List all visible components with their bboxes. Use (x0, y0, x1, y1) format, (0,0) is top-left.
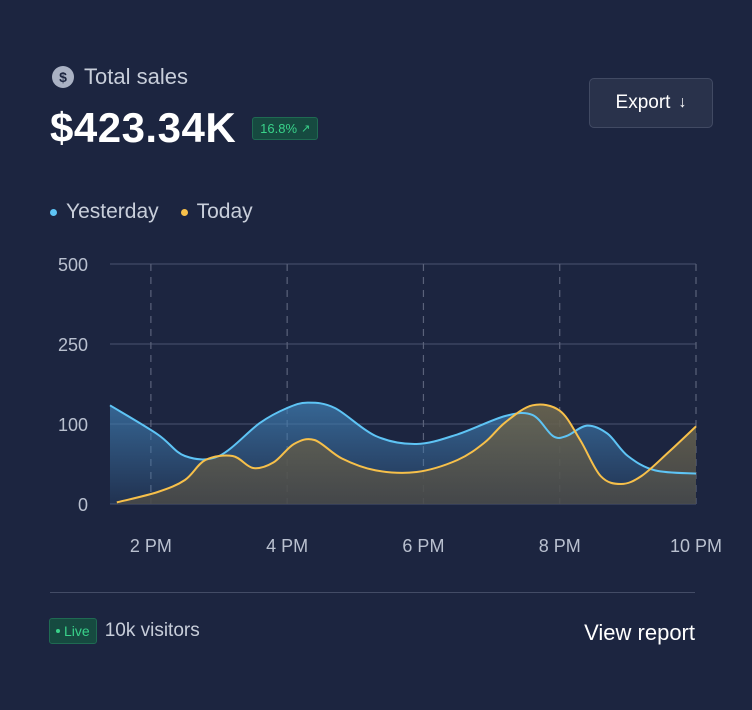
y-tick-label: 100 (58, 415, 88, 435)
visitors-count: 10k visitors (104, 620, 200, 641)
x-tick-label: 8 PM (539, 536, 581, 556)
live-badge: Live (49, 618, 97, 644)
sales-chart: 0 100 250 500 2 PM 4 PM 6 PM 8 PM 10 PM (58, 255, 722, 556)
footer-status: Live 10k visitors (49, 618, 200, 644)
y-tick-label: 0 (78, 495, 88, 515)
x-tick-label: 4 PM (266, 536, 308, 556)
x-tick-label: 10 PM (670, 536, 722, 556)
sales-card: $ Total sales $423.34K 16.8% ↗ Export ↓ … (0, 0, 752, 710)
y-tick-label: 500 (58, 255, 88, 275)
view-report-link[interactable]: View report (584, 620, 695, 646)
x-tick-label: 2 PM (130, 536, 172, 556)
y-tick-label: 250 (58, 335, 88, 355)
live-dot-icon (56, 629, 60, 633)
live-label: Live (64, 623, 90, 639)
x-tick-label: 6 PM (402, 536, 444, 556)
footer-divider (50, 592, 695, 593)
